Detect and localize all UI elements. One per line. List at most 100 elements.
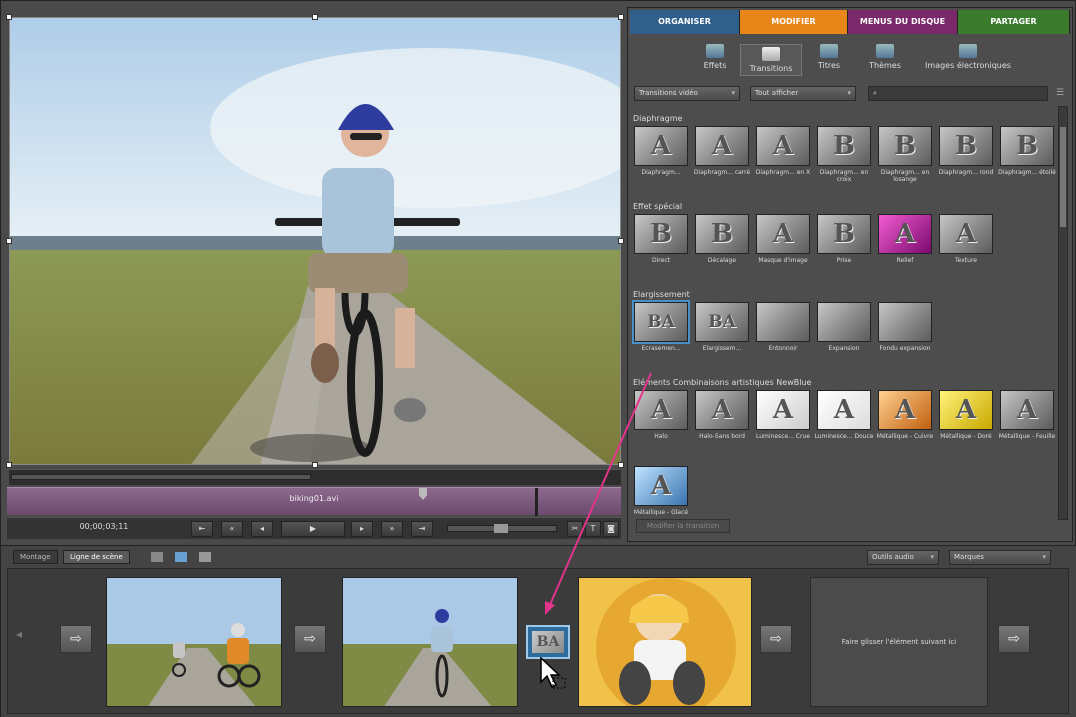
themes-label: Thèmes <box>869 61 901 70</box>
transition-label: Diaphragm... étoilé <box>998 169 1056 176</box>
smart-trim-icon[interactable] <box>175 552 187 562</box>
transition-thumb[interactable]: A <box>634 390 688 430</box>
transition-thumb[interactable]: A <box>1000 390 1054 430</box>
tab-partager[interactable]: PARTAGER <box>958 10 1070 34</box>
transition-thumb[interactable]: A <box>756 390 810 430</box>
scene-line: ◂ ⇨ ⇨ BA ⇨ Faire glisser l'élément suiva… <box>7 568 1069 714</box>
drop-target[interactable]: Faire glisser l'élément suivant ici <box>810 577 988 707</box>
clip-thumbnail <box>343 578 517 706</box>
transition-label: Texture <box>955 257 977 264</box>
transition-slot-button[interactable]: ⇨ <box>60 625 92 653</box>
shuttle-knob[interactable] <box>494 524 508 533</box>
resize-handle[interactable] <box>312 14 318 20</box>
preview-image <box>10 18 620 464</box>
transition-thumb[interactable] <box>817 302 871 342</box>
step-forward-button[interactable]: ▸ <box>351 521 373 537</box>
transition-thumb[interactable] <box>878 302 932 342</box>
resize-handle[interactable] <box>6 238 12 244</box>
markers-dropdown[interactable]: Marques ▾ <box>949 550 1051 565</box>
app-window: biking01.avi 00;00;03;11 ⇤ « ◂ ▶ ▸ » ⇥ ✂… <box>0 0 1076 717</box>
goto-end-button[interactable]: ⇥ <box>411 521 433 537</box>
transition-thumb[interactable]: A <box>756 214 810 254</box>
show-dropdown[interactable]: Tout afficher ▾ <box>750 86 856 101</box>
resize-handle[interactable] <box>618 462 624 468</box>
grid-scrollbar[interactable] <box>1058 106 1068 520</box>
transition-slot-button[interactable]: ⇨ <box>998 625 1030 653</box>
artwork-button[interactable]: Images électroniques <box>918 44 1018 70</box>
transition-thumb[interactable]: B <box>939 126 993 166</box>
play-button[interactable]: ▶ <box>281 521 345 537</box>
scrollbar-thumb[interactable] <box>1060 127 1066 227</box>
tab-montage[interactable]: Montage <box>13 550 58 564</box>
transition-slot-button[interactable]: ⇨ <box>294 625 326 653</box>
themes-icon <box>876 44 894 58</box>
resize-handle[interactable] <box>618 14 624 20</box>
goto-start-button[interactable]: ⇤ <box>191 521 213 537</box>
resize-handle[interactable] <box>6 14 12 20</box>
transition-thumb[interactable]: B <box>634 214 688 254</box>
transition-thumb[interactable]: A <box>939 214 993 254</box>
transitions-button[interactable]: Transitions <box>740 44 802 76</box>
transition-thumb[interactable]: B <box>1000 126 1054 166</box>
transition-thumb[interactable]: B <box>817 126 871 166</box>
audio-tools-dropdown[interactable]: Outils audio ▾ <box>867 550 939 565</box>
section-title: Elargissement <box>633 290 690 299</box>
list-view-icon[interactable]: ☰ <box>1056 88 1066 100</box>
transition-thumb[interactable]: B <box>695 214 749 254</box>
transition-thumb[interactable]: A <box>695 390 749 430</box>
camera-icon[interactable]: ◙ <box>603 521 619 537</box>
shuttle-slider[interactable] <box>447 524 557 533</box>
title-icon[interactable]: T <box>585 521 601 537</box>
transition-slot-button[interactable]: ⇨ <box>760 625 792 653</box>
rewind-button[interactable]: « <box>221 521 243 537</box>
transition-label: Métallique - Doré <box>940 433 992 440</box>
transition-thumb[interactable]: A <box>878 390 932 430</box>
effects-button[interactable]: Effets <box>684 44 746 70</box>
tab-menus[interactable]: MENUS DU DISQUE <box>848 10 958 34</box>
transition-thumb[interactable]: A <box>695 126 749 166</box>
resize-handle[interactable] <box>618 238 624 244</box>
step-back-button[interactable]: ◂ <box>251 521 273 537</box>
titles-button[interactable]: Titres <box>798 44 860 70</box>
search-input[interactable]: ⌕ <box>868 86 1048 101</box>
mini-timeline-clip[interactable]: biking01.avi <box>7 487 621 516</box>
scrollbar-thumb[interactable] <box>11 474 311 480</box>
category-value: Transitions vidéo <box>639 89 698 97</box>
transition-thumb[interactable]: A <box>878 214 932 254</box>
transition-thumb[interactable]: BA <box>632 300 690 344</box>
monitor-preview[interactable] <box>9 17 621 465</box>
scene-clip[interactable] <box>578 577 752 707</box>
transition-thumb[interactable]: B <box>817 214 871 254</box>
transition-thumb[interactable]: A <box>634 126 688 166</box>
tab-scene-line[interactable]: Ligne de scène <box>63 550 130 564</box>
tab-modifier[interactable]: MODIFIER <box>740 10 848 34</box>
transition-thumb[interactable]: A <box>634 466 688 506</box>
inserted-transition[interactable]: BA <box>526 625 570 659</box>
section-title: Effet spécial <box>633 202 683 211</box>
scene-clip[interactable] <box>106 577 282 707</box>
scroll-left-icon[interactable]: ◂ <box>16 627 22 641</box>
tab-organiser[interactable]: ORGANISER <box>630 10 740 34</box>
transition-label: Fondu expansion <box>879 345 931 352</box>
section-title: Eléments Combinaisons artistiques NewBlu… <box>633 378 812 387</box>
list-icon[interactable] <box>151 552 163 562</box>
transition-thumb[interactable]: A <box>756 126 810 166</box>
transitions-grid: Diaphragme A Diaphragm... A Diaphragm... car… <box>630 106 1056 520</box>
scene-clip[interactable] <box>342 577 518 707</box>
transition-thumb[interactable] <box>756 302 810 342</box>
resize-handle[interactable] <box>312 462 318 468</box>
transition-label: Halo-Sans bord <box>699 433 745 440</box>
preview-scrollbar[interactable] <box>9 469 621 485</box>
category-dropdown[interactable]: Transitions vidéo ▾ <box>634 86 740 101</box>
transition-thumb[interactable]: A <box>817 390 871 430</box>
themes-button[interactable]: Thèmes <box>854 44 916 70</box>
transition-thumb[interactable]: A <box>939 390 993 430</box>
transition-thumb[interactable]: BA <box>695 302 749 342</box>
modify-transition-button[interactable]: Modifier la transition <box>636 519 730 533</box>
transition-thumb[interactable]: B <box>878 126 932 166</box>
markers-icon[interactable] <box>199 552 211 562</box>
split-clip-icon[interactable]: ✂ <box>567 521 583 537</box>
transition-label: Direct <box>652 257 670 264</box>
fast-forward-button[interactable]: » <box>381 521 403 537</box>
resize-handle[interactable] <box>6 462 12 468</box>
